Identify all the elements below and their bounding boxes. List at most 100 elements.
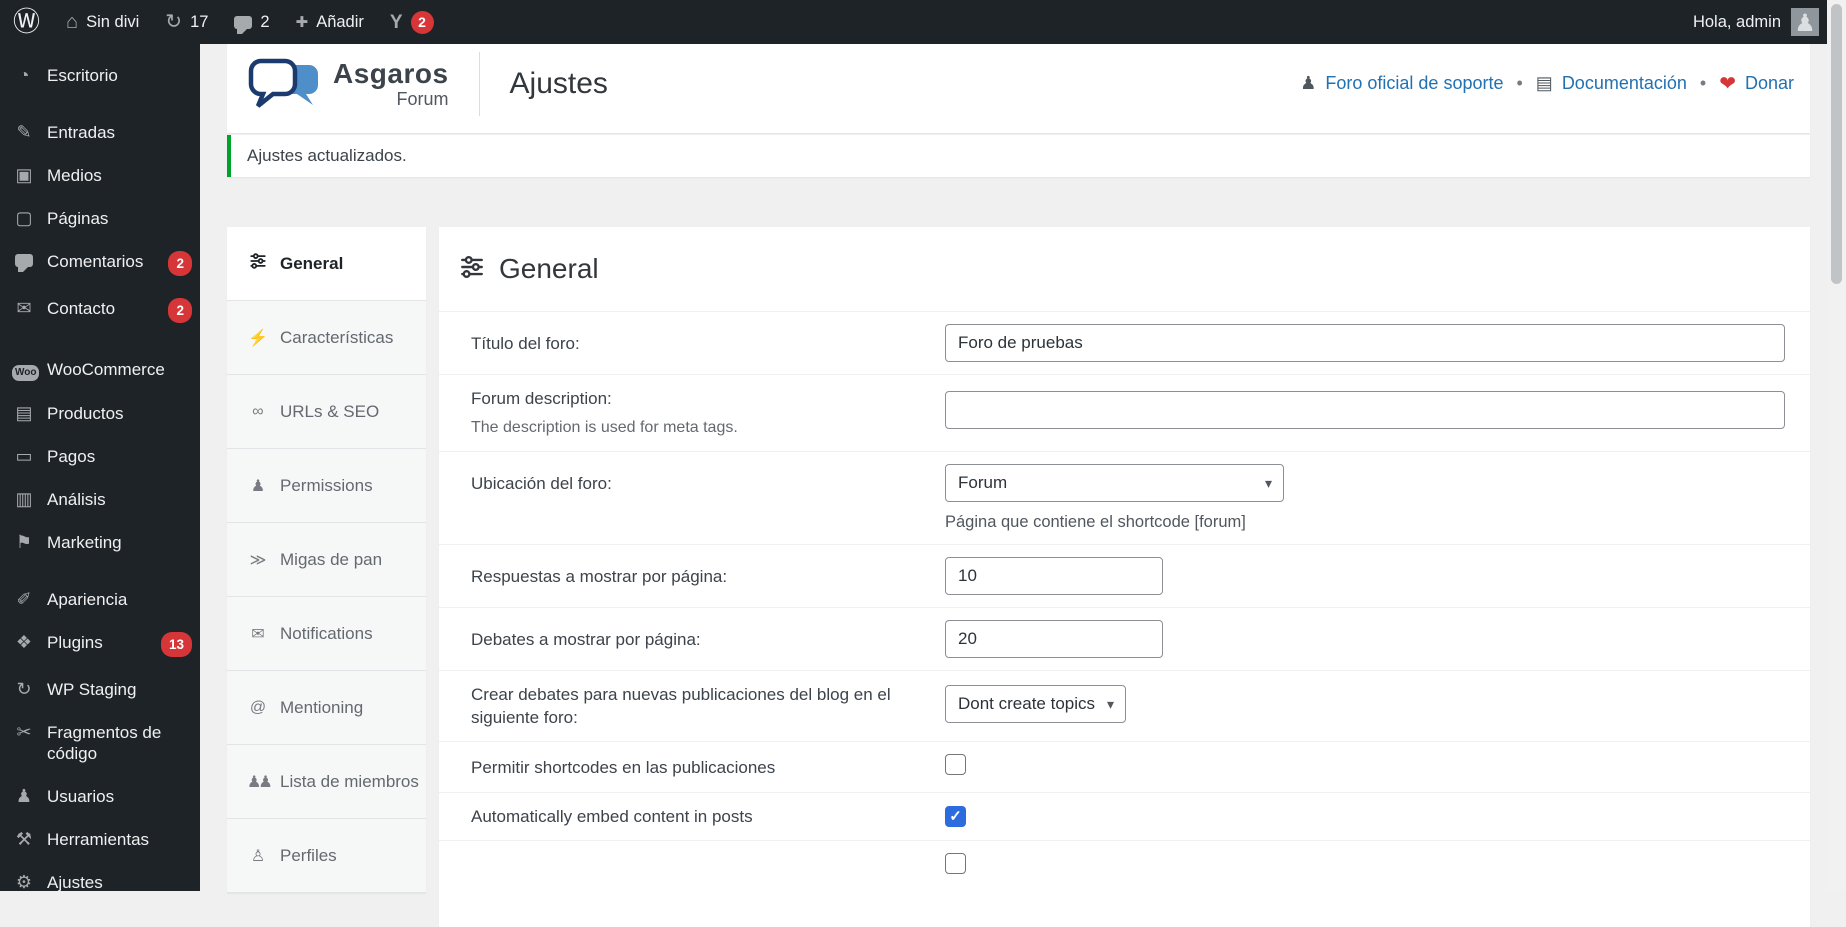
setting-label: Respuestas a mostrar por página: bbox=[471, 567, 727, 586]
tab-lista-de-miembros[interactable]: ♟♟ Lista de miembros bbox=[227, 745, 426, 819]
asgaros-logo-bubbles-icon bbox=[247, 57, 325, 111]
members-icon: ♟♟ bbox=[247, 772, 269, 792]
dashboard-icon: ◔ bbox=[12, 65, 36, 86]
payments-icon: ▭ bbox=[12, 446, 36, 467]
sidebar-item-analisis[interactable]: ▥ Análisis bbox=[0, 478, 200, 521]
forum-description-input[interactable] bbox=[945, 391, 1785, 429]
donate-link[interactable]: ❤ Donar bbox=[1719, 71, 1794, 96]
comments-icon bbox=[234, 16, 252, 29]
sidebar-item-plugins[interactable]: ❖ Plugins 13 bbox=[0, 621, 200, 668]
sidebar-item-woocommerce[interactable]: Woo WooCommerce bbox=[0, 348, 200, 392]
updates-icon: ↻ bbox=[165, 12, 182, 32]
setting-checkbox[interactable] bbox=[945, 853, 966, 874]
wordpress-logo-icon: Ⓦ bbox=[13, 9, 40, 36]
setting-helper: The description is used for meta tags. bbox=[471, 416, 915, 439]
appearance-icon: ✐ bbox=[12, 589, 36, 610]
tab-general[interactable]: General bbox=[227, 227, 426, 301]
wordpress-menu[interactable]: Ⓦ bbox=[0, 0, 53, 44]
tab-migas-de-pan[interactable]: ≫ Migas de pan bbox=[227, 523, 426, 597]
setting-label: Título del foro: bbox=[471, 334, 580, 353]
brand-name: Asgaros bbox=[333, 60, 449, 88]
notifications-envelope-icon: ✉ bbox=[247, 624, 269, 644]
scrollbar-thumb[interactable] bbox=[1831, 4, 1842, 284]
sidebar-item-apariencia[interactable]: ✐ Apariencia bbox=[0, 578, 200, 621]
dot-separator: • bbox=[1516, 73, 1522, 94]
plug-icon: ⚡ bbox=[247, 328, 269, 348]
sidebar-item-paginas[interactable]: ▢ Páginas bbox=[0, 197, 200, 240]
menu-separator bbox=[0, 334, 200, 348]
yoast-menu[interactable]: Y 2 bbox=[377, 0, 447, 44]
blog-topics-forum-select[interactable]: Dont create topics ▾ bbox=[945, 685, 1126, 723]
notice-text: Ajustes actualizados. bbox=[247, 146, 407, 165]
posts-per-page-input[interactable] bbox=[945, 557, 1163, 595]
sidebar-item-marketing[interactable]: ⚑ Marketing bbox=[0, 521, 200, 564]
posts-icon: ✎ bbox=[12, 122, 36, 143]
sliders-icon bbox=[247, 252, 269, 275]
page-scrollbar[interactable] bbox=[1827, 0, 1846, 891]
sidebar-item-comentarios[interactable]: Comentarios 2 bbox=[0, 240, 200, 287]
sidebar-item-wp-staging[interactable]: ↻ WP Staging bbox=[0, 668, 200, 711]
success-notice: Ajustes actualizados. bbox=[227, 135, 1810, 177]
sidebar-item-medios[interactable]: ▣ Medios bbox=[0, 154, 200, 197]
tab-caracteristicas[interactable]: ⚡ Características bbox=[227, 301, 426, 375]
plugin-header: Asgaros Forum Ajustes ♟ Foro oficial de … bbox=[227, 34, 1810, 133]
forum-location-select[interactable]: Forum ▾ bbox=[945, 464, 1284, 502]
yoast-notification-badge: 2 bbox=[411, 11, 434, 34]
breadcrumbs-icon: ≫ bbox=[247, 550, 269, 570]
tools-icon: ⚒ bbox=[12, 829, 36, 850]
comments-link[interactable]: 2 bbox=[221, 0, 282, 44]
sidebar-item-herramientas[interactable]: ⚒ Herramientas bbox=[0, 818, 200, 861]
setting-row-allow-shortcodes: Permitir shortcodes en las publicaciones bbox=[439, 741, 1810, 792]
documentation-link[interactable]: ▤ Documentación bbox=[1536, 73, 1687, 94]
updates-link[interactable]: ↻ 17 bbox=[152, 0, 221, 44]
dot-separator: • bbox=[1700, 73, 1706, 94]
sidebar-item-entradas[interactable]: ✎ Entradas bbox=[0, 111, 200, 154]
embed-content-checkbox[interactable]: ✓ bbox=[945, 806, 966, 827]
menu-separator bbox=[0, 97, 200, 111]
settings-panel: General Título del foro: Forum descripti… bbox=[439, 227, 1810, 927]
sidebar-item-escritorio[interactable]: ◔ Escritorio bbox=[0, 54, 200, 97]
settings-gear-icon: ⚙ bbox=[12, 872, 36, 893]
sliders-icon bbox=[459, 254, 485, 285]
account-menu[interactable]: Hola, admin ♟ bbox=[1693, 8, 1819, 36]
sidebar-item-usuarios[interactable]: ♟ Usuarios bbox=[0, 775, 200, 818]
media-icon: ▣ bbox=[12, 165, 36, 186]
sidebar-item-pagos[interactable]: ▭ Pagos bbox=[0, 435, 200, 478]
plugin-icon: ❖ bbox=[12, 632, 36, 653]
plus-icon: ✚ bbox=[296, 15, 309, 30]
products-icon: ▤ bbox=[12, 403, 36, 424]
user-shield-icon: ♟ bbox=[247, 476, 269, 496]
support-link[interactable]: ♟ Foro oficial de soporte bbox=[1300, 73, 1503, 94]
site-link[interactable]: ⌂ Sin divi bbox=[53, 0, 152, 44]
new-content-menu[interactable]: ✚ Añadir bbox=[283, 0, 377, 44]
tab-urls-seo[interactable]: ∞ URLs & SEO bbox=[227, 375, 426, 449]
sidebar-item-productos[interactable]: ▤ Productos bbox=[0, 392, 200, 435]
header-links: ♟ Foro oficial de soporte • ▤ Documentac… bbox=[1300, 71, 1794, 96]
sidebar-item-contacto[interactable]: ✉ Contacto 2 bbox=[0, 287, 200, 334]
tab-permissions[interactable]: ♟ Permissions bbox=[227, 449, 426, 523]
greeting-text: Hola, admin bbox=[1693, 13, 1781, 32]
users-icon: ♟ bbox=[12, 786, 36, 807]
setting-row-forum-description: Forum description: The description is us… bbox=[439, 374, 1810, 451]
setting-label: Debates a mostrar por página: bbox=[471, 630, 701, 649]
plugin-updates-badge: 13 bbox=[161, 632, 192, 657]
setting-label: Ubicación del foro: bbox=[471, 474, 612, 493]
avatar-person-icon: ♟ bbox=[1794, 12, 1816, 36]
book-icon: ▤ bbox=[1536, 73, 1553, 94]
tab-notifications[interactable]: ✉ Notifications bbox=[227, 597, 426, 671]
admin-bar-left: Ⓦ ⌂ Sin divi ↻ 17 2 ✚ Añadir Y 2 bbox=[0, 0, 447, 44]
tab-mentioning[interactable]: @ Mentioning bbox=[227, 671, 426, 745]
forum-title-input[interactable] bbox=[945, 324, 1785, 362]
admin-bar-right: Hola, admin ♟ bbox=[1693, 8, 1827, 36]
home-icon: ⌂ bbox=[66, 12, 78, 32]
heart-icon: ❤ bbox=[1719, 71, 1736, 96]
topics-per-page-input[interactable] bbox=[945, 620, 1163, 658]
tab-perfiles[interactable]: ♙ Perfiles bbox=[227, 819, 426, 893]
main-content: Asgaros Forum Ajustes ♟ Foro oficial de … bbox=[200, 0, 1827, 927]
woocommerce-icon: Woo bbox=[12, 359, 36, 381]
setting-label: Automatically embed content in posts bbox=[471, 807, 753, 826]
sidebar-item-fragmentos-de-codigo[interactable]: ✂ Fragmentos de código bbox=[0, 711, 200, 775]
allow-shortcodes-checkbox[interactable] bbox=[945, 754, 966, 775]
check-icon: ✓ bbox=[949, 809, 962, 824]
setting-row-topics-per-page: Debates a mostrar por página: bbox=[439, 607, 1810, 670]
